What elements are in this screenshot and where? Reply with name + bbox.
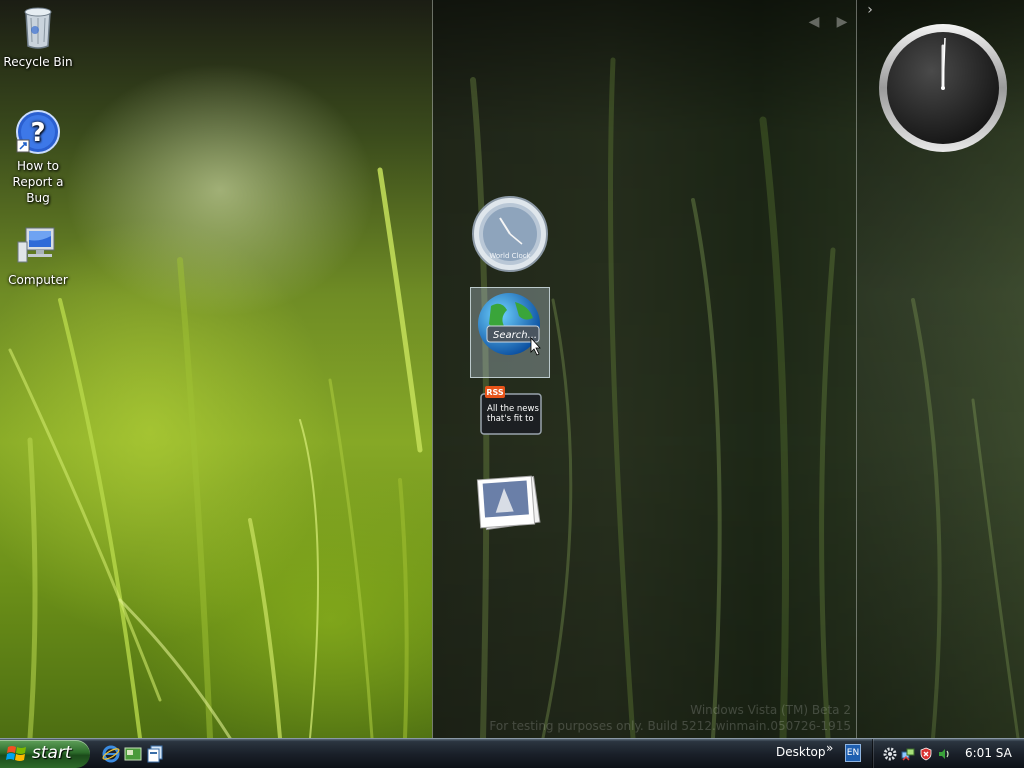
rss-badge: RSS	[486, 388, 504, 397]
desktop-icon-report-bug[interactable]: ? How to Report a Bug	[0, 108, 76, 206]
svg-text:?: ?	[30, 118, 45, 148]
gadget-photo-slideshow[interactable]	[473, 470, 543, 536]
system-tray: 6:01 SA	[872, 739, 1024, 768]
rss-line-1: All the news	[487, 404, 539, 414]
settings-gear-icon[interactable]	[883, 746, 897, 761]
network-icon[interactable]	[901, 746, 915, 761]
docked-gadget-panel: ›	[857, 0, 1024, 738]
recycle-bin-icon	[14, 4, 62, 52]
world-clock-gadget-icon: World Clock	[472, 196, 548, 272]
start-button[interactable]: start	[0, 740, 90, 768]
chevron-right-icon: ›	[867, 2, 873, 18]
gadget-search[interactable]: Search...	[470, 287, 550, 378]
sidebar-prev-page-button[interactable]: ◀	[807, 12, 821, 32]
taskbar-clock[interactable]: 6:01 SA	[965, 746, 1012, 760]
sidebar-next-page-button[interactable]: ▶	[835, 12, 849, 32]
rss-line-2: that's fit to	[487, 414, 534, 424]
photo-slideshow-gadget-icon	[476, 475, 541, 531]
toolbar-chevron-icon[interactable]: »	[826, 741, 833, 755]
build-watermark: Windows Vista (TM) Beta 2 For testing pu…	[489, 702, 851, 734]
start-label: start	[32, 743, 72, 763]
rss-feed-gadget-icon: RSS All the news that's fit to	[480, 386, 542, 435]
desktop-icon-label: Recycle Bin	[3, 55, 73, 69]
gadget-label: World Clock	[489, 252, 531, 260]
volume-icon[interactable]	[937, 746, 951, 760]
chevron-right-icon: ▶	[836, 14, 848, 30]
computer-icon	[14, 222, 62, 270]
docked-clock-gadget[interactable]	[877, 22, 1009, 154]
desktop-icon-recycle-bin[interactable]: Recycle Bin	[0, 4, 76, 70]
desktop-icon-label: How to Report a Bug	[12, 159, 64, 205]
internet-explorer-icon[interactable]	[102, 745, 120, 763]
desktop-toolbar-label[interactable]: Desktop	[776, 745, 826, 759]
panel-collapse-button[interactable]: ›	[863, 0, 877, 20]
switch-windows-icon[interactable]	[146, 745, 164, 763]
chevron-left-icon: ◀	[808, 14, 820, 30]
desktop-icon-label: Computer	[8, 273, 68, 287]
windows-sidebar: ◀ ▶ › World Clock Search... RSS All the …	[432, 0, 1024, 738]
security-shield-icon[interactable]	[919, 746, 933, 761]
analog-clock-icon	[879, 24, 1007, 152]
desktop-icon-computer[interactable]: Computer	[0, 222, 76, 288]
taskbar: start Desktop » EN 6:01 SA	[0, 738, 1024, 768]
watermark-line-2: For testing purposes only. Build 5212.wi…	[489, 719, 851, 733]
watermark-line-1: Windows Vista (TM) Beta 2	[690, 703, 851, 717]
desktop-screen: Recycle Bin ? How to Report a Bug Comput…	[0, 0, 1024, 768]
help-question-icon: ?	[14, 108, 62, 156]
language-indicator[interactable]: EN	[845, 744, 861, 762]
show-desktop-icon[interactable]	[124, 745, 142, 763]
search-globe-gadget-icon: Search...	[478, 293, 541, 356]
search-gadget-label: Search...	[493, 330, 537, 341]
gadget-world-clock[interactable]: World Clock	[470, 196, 550, 282]
windows-logo-icon	[6, 746, 26, 761]
gadget-rss-feed[interactable]: RSS All the news that's fit to	[477, 384, 545, 440]
